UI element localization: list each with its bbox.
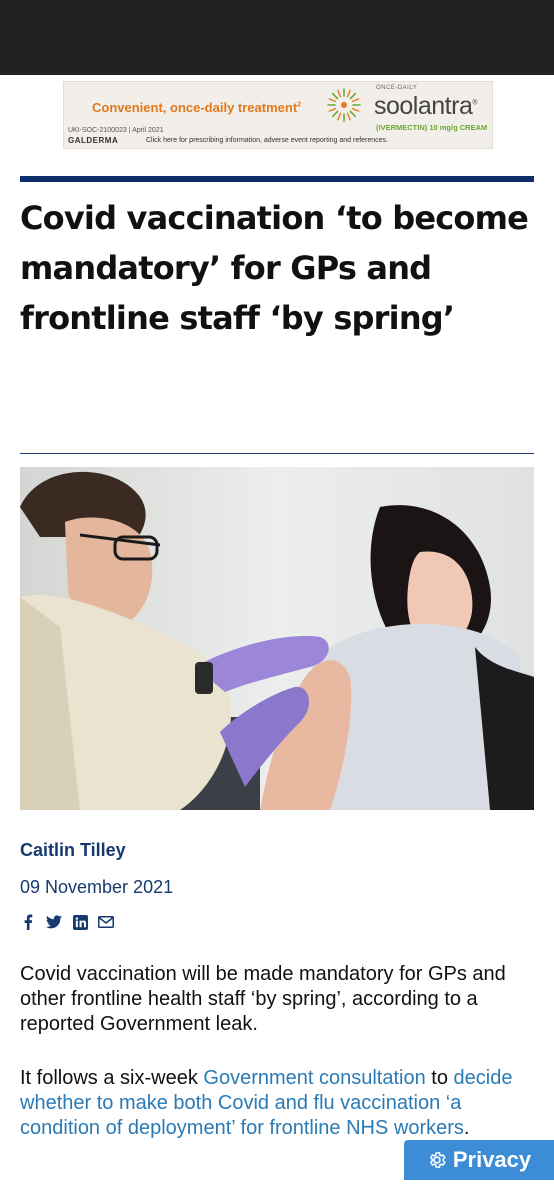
gear-icon [429,1152,446,1168]
ad-brand: soolantra® [374,92,478,120]
sunburst-logo-icon [327,88,361,122]
divider [20,453,534,454]
privacy-label: Privacy [452,1147,532,1172]
article-photo [20,467,534,810]
linkedin-icon[interactable] [72,914,88,930]
twitter-icon[interactable] [46,914,62,930]
ad-code: UKI-SOC-2100023 | April 2021 [68,127,164,134]
article-headline: Covid vaccination ‘to become mandatory’ … [20,199,529,337]
advertisement-banner[interactable]: Convenient, once-daily treatment2 UKI-SO… [63,81,493,149]
ad-once-daily: ONCE-DAILY [376,85,418,91]
accent-rule [20,176,534,182]
ad-company: GALDERMA [68,136,119,145]
ad-note: Click here for prescribing information, … [146,137,389,144]
article-paragraph: Covid vaccination will be made mandatory… [20,963,506,1035]
author-name[interactable]: Caitlin Tilley [20,840,126,861]
top-bar [0,0,554,75]
share-bar [20,914,114,930]
ad-tagline: Convenient, once-daily treatment2 [92,100,302,115]
vaccination-photo [20,467,534,810]
publish-date: 09 November 2021 [20,877,174,897]
privacy-button[interactable]: Privacy [404,1140,554,1180]
facebook-icon[interactable] [20,914,36,930]
ad-generic-name: (IVERMECTIN) 10 mg/g CREAM [376,123,488,132]
government-consultation-link[interactable]: Government consultation [203,1067,425,1089]
email-icon[interactable] [98,914,114,930]
article-paragraph: It follows a six-week Government consult… [20,1067,513,1139]
